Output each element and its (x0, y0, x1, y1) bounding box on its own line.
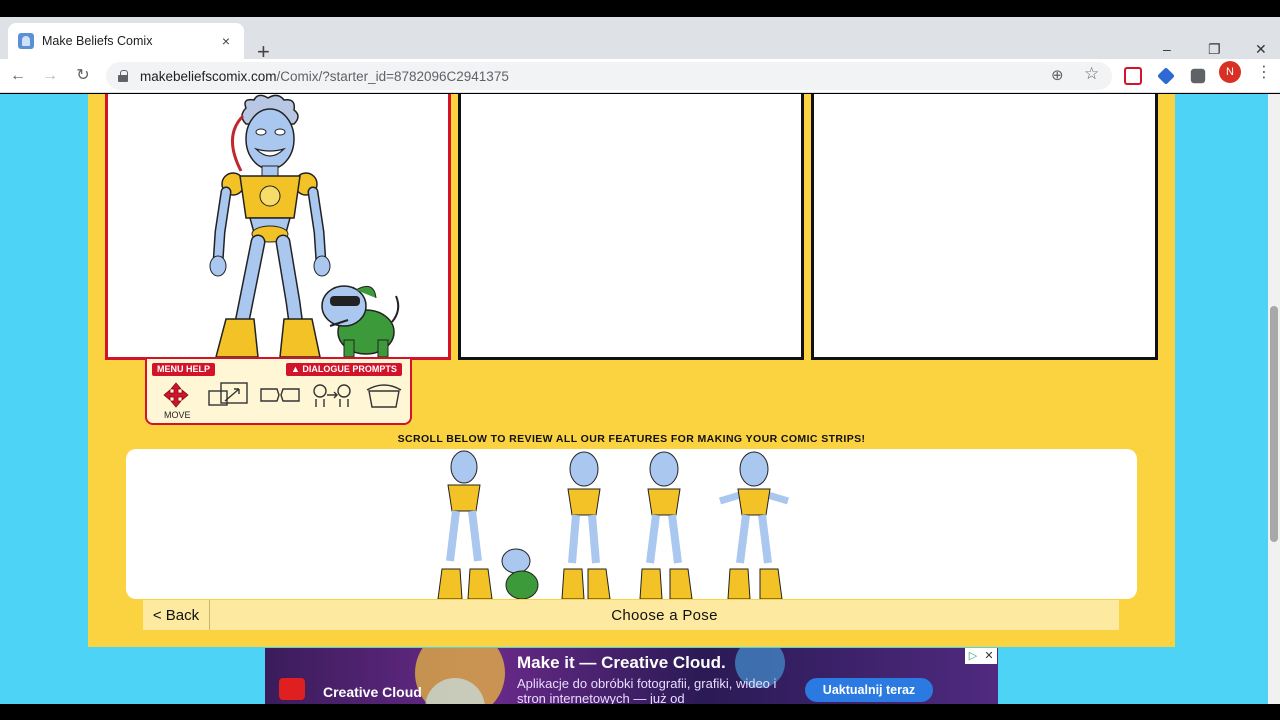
url-text[interactable]: makebeliefscomix.com/Comix/?starter_id=8… (140, 69, 509, 84)
adobe-cc-logo-icon (279, 678, 305, 700)
minimize-button[interactable]: – (1163, 41, 1171, 57)
pose-option-thinking[interactable] (561, 451, 611, 599)
advertisement-banner[interactable]: Creative Cloud Make it — Creative Cloud.… (265, 648, 998, 704)
lock-icon[interactable] (118, 70, 128, 82)
back-icon[interactable]: ← (5, 63, 31, 89)
menu-help-button[interactable]: MENU HELP (152, 363, 216, 376)
pose-navigation-bar: < Back Choose a Pose (143, 600, 1119, 630)
window-close-button[interactable]: ✕ (1255, 41, 1267, 58)
screen-top-border (0, 0, 1280, 17)
delete-bin-icon[interactable] (363, 381, 405, 409)
forward-icon[interactable]: → (37, 63, 63, 89)
url-domain: makebeliefscomix.com (140, 68, 277, 84)
ad-headline: Make it — Creative Cloud. (517, 653, 726, 672)
comic-panel-3[interactable] (811, 94, 1158, 360)
robot-dog-character[interactable] (321, 285, 400, 358)
page-viewport: MENU HELP ▲ DIALOGUE PROMPTS MOVE SCROLL… (0, 94, 1280, 704)
page-scrollbar[interactable] (1268, 94, 1280, 704)
dialogue-prompts-button[interactable]: ▲ DIALOGUE PROMPTS (286, 363, 402, 376)
pose-options (437, 450, 790, 599)
pose-option-dog[interactable] (501, 548, 539, 599)
panel-toolbar: MENU HELP ▲ DIALOGUE PROMPTS MOVE (145, 359, 412, 425)
resize-icon[interactable] (207, 381, 249, 409)
add-shortcut-icon[interactable]: ⊕ (1051, 66, 1064, 84)
swap-characters-icon[interactable] (311, 381, 353, 409)
flip-icon[interactable] (259, 381, 301, 409)
pose-option-shrug[interactable] (718, 451, 790, 599)
tab-strip: Make Beliefs Comix × + – ❐ ✕ (0, 17, 1280, 63)
reload-icon[interactable]: ↻ (70, 63, 96, 89)
comic-panel-2[interactable] (458, 94, 804, 360)
scroll-hint-text: SCROLL BELOW TO REVIEW ALL OUR FEATURES … (397, 433, 866, 445)
robot-character[interactable] (209, 94, 331, 358)
extensions-puzzle-icon[interactable] (1190, 68, 1206, 84)
comic-editor: MENU HELP ▲ DIALOGUE PROMPTS MOVE SCROLL… (88, 94, 1175, 647)
pose-option-standing[interactable] (437, 450, 493, 599)
browser-tab[interactable]: Make Beliefs Comix × (8, 23, 244, 59)
restore-button[interactable]: ❐ (1208, 41, 1221, 58)
ad-brand: Creative Cloud (323, 684, 422, 700)
panel-1-characters (209, 94, 400, 358)
address-bar[interactable]: makebeliefscomix.com/Comix/?starter_id=8… (106, 62, 1112, 90)
browser-menu-icon[interactable]: ⋮ (1256, 62, 1272, 82)
ad-cta-button[interactable]: Uaktualnij teraz (805, 678, 933, 702)
tab-title: Make Beliefs Comix (42, 34, 153, 48)
adchoices-icon[interactable]: ▷ (965, 648, 981, 664)
profile-avatar[interactable]: N (1219, 61, 1241, 83)
browser-toolbar: ← → ↻ makebeliefscomix.com/Comix/?starte… (0, 59, 1280, 93)
pose-selector (126, 449, 1137, 599)
extension-graduation-icon[interactable] (1157, 67, 1175, 85)
back-button[interactable]: < Back (143, 600, 210, 630)
comic-panel-1[interactable] (105, 94, 451, 360)
tab-close-icon[interactable]: × (218, 33, 234, 49)
site-favicon-icon (18, 33, 34, 49)
bookmark-star-icon[interactable]: ☆ (1084, 64, 1099, 84)
ad-close-icon[interactable]: ✕ (981, 648, 997, 664)
screen-bottom-border (0, 704, 1280, 720)
ad-subtext: Aplikacje do obróbki fotografii, grafiki… (517, 676, 777, 704)
pose-title: Choose a Pose (611, 606, 718, 624)
scrollbar-thumb[interactable] (1270, 306, 1278, 542)
extension-pocket-icon[interactable] (1124, 67, 1142, 85)
move-arrows-icon[interactable] (155, 381, 197, 409)
url-path: /Comix/?starter_id=8782096C2941375 (276, 68, 509, 84)
pose-option-worried[interactable] (639, 451, 693, 599)
move-label: MOVE (164, 410, 191, 420)
